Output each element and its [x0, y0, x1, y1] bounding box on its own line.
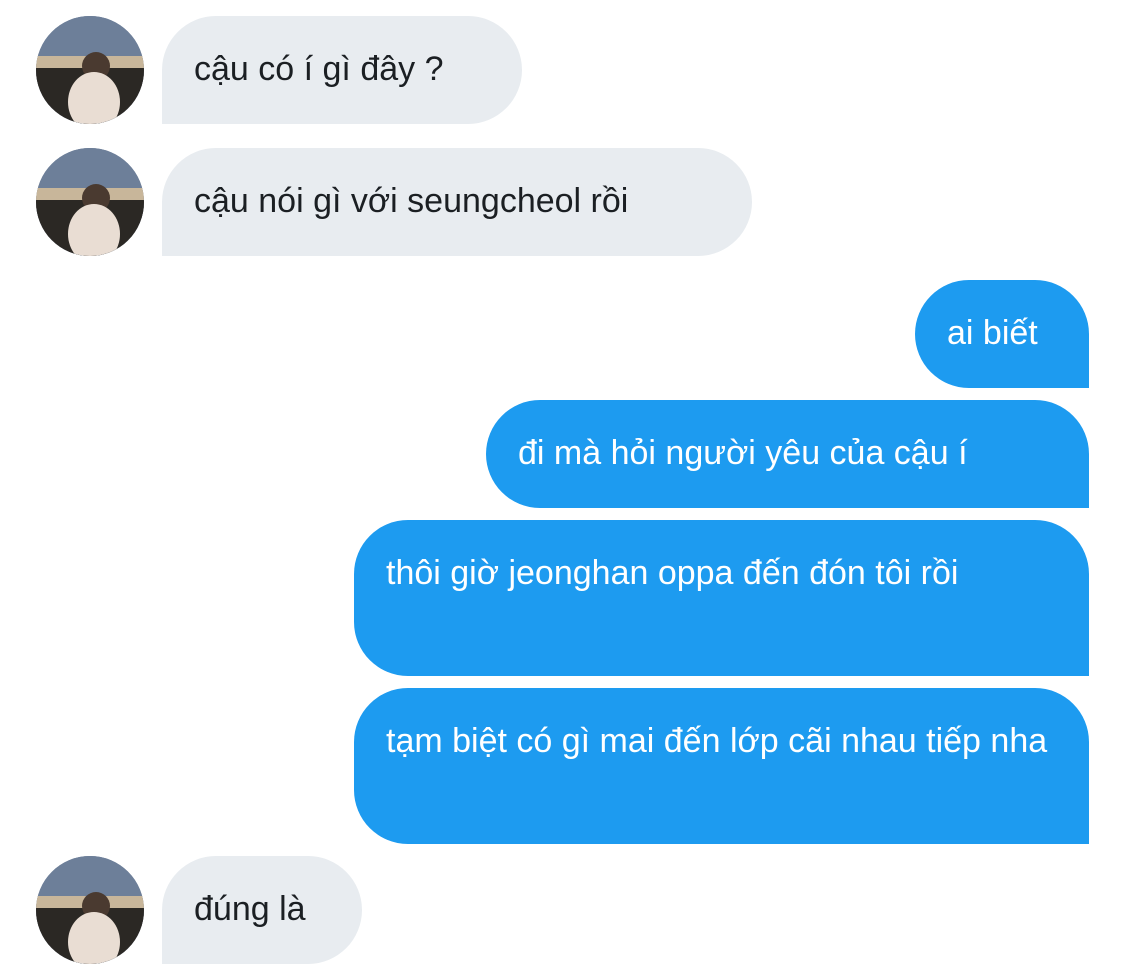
message-text: thôi giờ jeonghan oppa đến đón tôi rồi [386, 554, 959, 592]
message-bubble-incoming[interactable]: cậu nói gì với seungcheol rồi [162, 148, 752, 256]
avatar-photo-icon [36, 148, 144, 256]
message-bubble-outgoing[interactable]: ai biết [915, 280, 1089, 388]
avatar-photo-icon [36, 16, 144, 124]
avatar-photo-icon [36, 856, 144, 964]
message-text: đúng là [194, 890, 306, 928]
message-bubble-outgoing[interactable]: thôi giờ jeonghan oppa đến đón tôi rồi [354, 520, 1089, 676]
message-bubble-incoming[interactable]: cậu có í gì đây ? [162, 16, 522, 124]
contact-avatar[interactable] [36, 148, 144, 256]
contact-avatar[interactable] [36, 856, 144, 964]
message-text: ai biết [947, 314, 1038, 352]
message-text: cậu nói gì với seungcheol rồi [194, 182, 629, 220]
message-text: tạm biệt có gì mai đến lớp cãi nhau tiếp… [386, 722, 1048, 760]
contact-avatar[interactable] [36, 16, 144, 124]
message-bubble-outgoing[interactable]: tạm biệt có gì mai đến lớp cãi nhau tiếp… [354, 688, 1089, 844]
message-text: cậu có í gì đây ? [194, 50, 444, 88]
message-bubble-incoming[interactable]: đúng là [162, 856, 362, 964]
message-bubble-outgoing[interactable]: đi mà hỏi người yêu của cậu í [486, 400, 1089, 508]
message-text: đi mà hỏi người yêu của cậu í [518, 434, 968, 472]
